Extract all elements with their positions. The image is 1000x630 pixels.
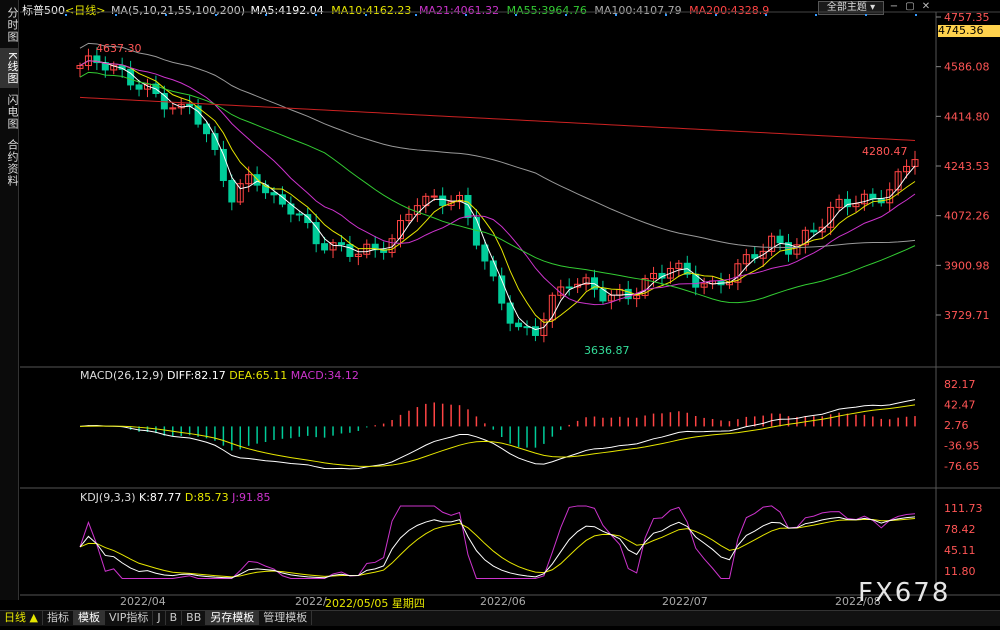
candle-body: [135, 84, 143, 90]
tick-dot: [215, 14, 217, 16]
candle-body: [321, 243, 329, 251]
candle-body: [776, 235, 784, 244]
low-label: 3636.87: [584, 344, 630, 357]
tab-template[interactable]: 模板: [73, 611, 105, 625]
candle-body: [228, 180, 236, 203]
kdj-tick-label: 78.42: [944, 523, 976, 536]
macd-tick-label: -76.65: [944, 460, 979, 473]
price-tick-label: 3729.71: [944, 309, 990, 322]
tick-dot: [665, 14, 667, 16]
tick-dot: [65, 14, 67, 16]
ma100-line: [79, 42, 916, 249]
tick-dot: [365, 14, 367, 16]
tab-vip-indicator[interactable]: VIP指标: [105, 611, 154, 625]
tick-dot: [565, 14, 567, 16]
kdj-tick-label: 111.73: [944, 502, 983, 515]
tab-timeshare[interactable]: 分时图: [0, 5, 19, 45]
macd-header: MACD(26,12,9) DIFF:82.17 DEA:65.11 MACD:…: [80, 369, 359, 382]
kdj-k: K:87.77: [139, 491, 182, 504]
kdj-j: J:91.85: [232, 491, 271, 504]
tab-indicator[interactable]: 指标: [43, 611, 74, 625]
tick-dot: [265, 14, 267, 16]
tab-contract-info[interactable]: 合约资料: [0, 136, 19, 190]
candle-body: [810, 229, 818, 233]
kdj-j-line: [79, 505, 916, 579]
tick-dot: [415, 14, 417, 16]
kdj-tick-label: 11.80: [944, 565, 976, 578]
date-label: 2022/04: [120, 595, 166, 608]
candle-body: [565, 286, 573, 289]
tab-b[interactable]: B: [166, 611, 183, 625]
macd-params: MACD(26,12,9): [80, 369, 164, 382]
candle-body: [439, 195, 447, 206]
date-label: 2022/06: [480, 595, 526, 608]
candle-body: [337, 242, 345, 245]
tick-dot: [765, 14, 767, 16]
tick-dot: [315, 14, 317, 16]
price-tick-label: 4072.26: [944, 210, 990, 223]
macd-diff-line: [79, 399, 916, 470]
watermark-logo: FX678: [858, 578, 951, 608]
candle-body: [506, 302, 514, 324]
left-tab-bar: 分时图 K线图 闪电图 合约资料: [0, 0, 19, 600]
tick-dot: [165, 14, 167, 16]
kdj-header: KDJ(9,3,3) K:87.77 D:85.73 J:91.85: [80, 491, 271, 504]
macd-value: MACD:34.12: [290, 369, 359, 382]
candle-body: [464, 194, 472, 219]
kdj-params: KDJ(9,3,3): [80, 491, 136, 504]
period-toggle[interactable]: 日线 ▲: [0, 611, 43, 625]
macd-diff: DIFF:82.17: [167, 369, 226, 382]
date-label: 2022/: [295, 595, 327, 608]
macd-dea-line: [79, 404, 916, 467]
tick-dot: [615, 14, 617, 16]
tick-dot: [515, 14, 517, 16]
date-axis: 2022/04 2022/ 2022/05/05 星期四 2022/06 202…: [20, 595, 935, 610]
ma55-line: [79, 71, 916, 304]
tab-j[interactable]: J: [153, 611, 166, 625]
tick-dot: [465, 14, 467, 16]
macd-tick-label: -36.95: [944, 440, 979, 453]
high-label: 4637.30: [96, 42, 142, 55]
kline-chart[interactable]: 4757.35 4586.08 4414.80 4243.53 4072.26 3900.…: [20, 0, 1000, 600]
date-cursor-label: 2022/05/05 星期四: [325, 597, 425, 610]
macd-tick-label: 2.76: [944, 419, 969, 432]
price-tag: 4745.36: [938, 25, 1000, 37]
candle-body: [312, 222, 320, 245]
macd-dea: DEA:65.11: [229, 369, 288, 382]
tab-flash[interactable]: 闪电图: [0, 92, 19, 132]
price-tick-label: 4586.08: [944, 61, 990, 74]
date-label: 2022/07: [662, 595, 708, 608]
price-tick-label: 4414.80: [944, 110, 990, 123]
candle-body: [481, 244, 489, 262]
candle-body: [295, 213, 303, 216]
tab-kline[interactable]: K线图: [0, 48, 19, 88]
manage-template-button[interactable]: 管理模板: [259, 611, 313, 625]
save-template-button[interactable]: 另存模板: [206, 611, 260, 625]
tick-dot: [865, 14, 867, 16]
candle-body: [869, 193, 877, 200]
candle-body: [489, 260, 497, 277]
candle-body: [346, 243, 354, 257]
price-tick-label: 3900.98: [944, 259, 990, 272]
tick-dot: [115, 14, 117, 16]
tick-dot: [715, 14, 717, 16]
kdj-k-line: [79, 516, 916, 579]
candle-body: [515, 322, 523, 328]
tick-dot: [815, 14, 817, 16]
macd-tick-label: 82.17: [944, 378, 976, 391]
macd-tick-label: 42.47: [944, 398, 976, 411]
bottom-toolbar: 日线 ▲ 指标 模板 VIP指标 J B BB 另存模板 管理模板: [0, 610, 1000, 626]
last-label: 4280.47: [862, 145, 908, 158]
candle-body: [430, 195, 438, 198]
price-tick-label: 4243.53: [944, 160, 990, 173]
tick-dot: [915, 14, 917, 16]
kdj-tick-label: 45.11: [944, 544, 976, 557]
kdj-d: D:85.73: [184, 491, 229, 504]
ma21-line: [79, 60, 916, 306]
tab-bb[interactable]: BB: [182, 611, 207, 625]
price-tick-label: 4757.35: [944, 11, 990, 24]
